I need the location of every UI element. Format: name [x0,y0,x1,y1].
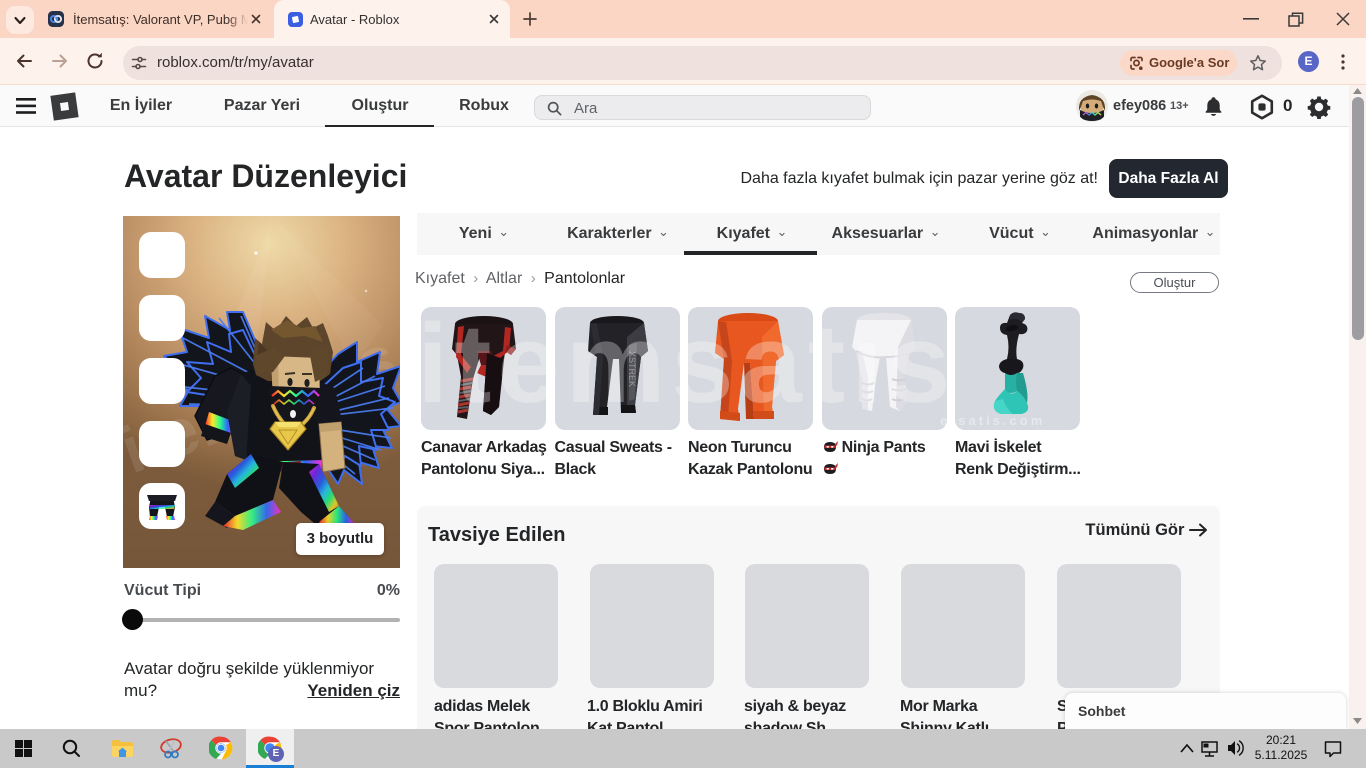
svg-text:XSTREK: XSTREK [627,351,637,387]
